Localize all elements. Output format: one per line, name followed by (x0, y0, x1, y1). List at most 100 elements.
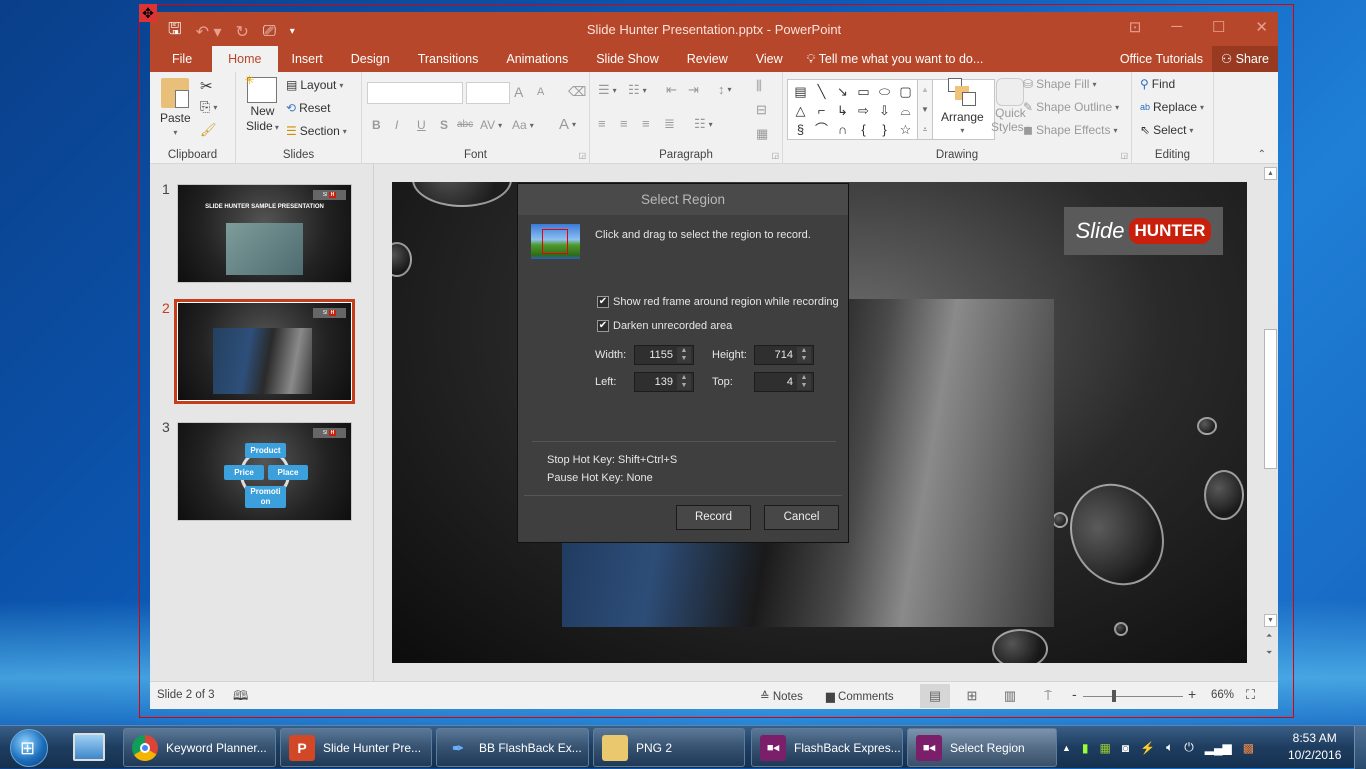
cancel-button[interactable]: Cancel (764, 505, 839, 530)
align-left-button[interactable]: ≡ (598, 116, 606, 131)
show-desktop-button[interactable] (1354, 726, 1366, 769)
taskbar-item[interactable]: ■◂ FlashBack Expres... (751, 728, 903, 767)
decrease-indent-button[interactable]: ⇤ (666, 82, 677, 98)
fit-to-window-icon[interactable]: ⛶ (1246, 687, 1255, 703)
show-red-frame-checkbox[interactable]: ✔ Show red frame around region while rec… (597, 296, 839, 308)
paste-button[interactable]: Paste ▾ (160, 78, 191, 137)
text-direction-button[interactable]: ⫼ (756, 78, 762, 94)
minimize-icon[interactable]: ─ (1171, 18, 1182, 36)
shrink-font-button[interactable]: A (537, 86, 544, 98)
bullets-button[interactable]: ☰ ▾ (598, 82, 617, 98)
layout-button[interactable]: ▤ Layout ▾ (286, 78, 343, 92)
taskbar-item[interactable]: Keyword Planner... (123, 728, 276, 767)
shape-fill-button[interactable]: ⛁ Shape Fill ▾ (1023, 77, 1096, 91)
zoom-slider-track[interactable] (1083, 696, 1183, 697)
slide-thumbnail-3[interactable]: Sl H Product Price Place Promotion (177, 422, 352, 521)
shape-effects-button[interactable]: ◼ Shape Effects ▾ (1023, 123, 1117, 137)
rounded-rect-shape-icon[interactable]: ▢ (895, 82, 916, 101)
antivirus-icon[interactable]: ▩ (1243, 741, 1254, 755)
down-arrow-shape-icon[interactable]: ⇩ (874, 101, 895, 120)
select-button[interactable]: ⇖ Select ▾ (1140, 123, 1193, 137)
tray-app-icon[interactable]: ▦ (1100, 741, 1111, 755)
cut-button[interactable]: ✂ (200, 77, 213, 95)
underline-button[interactable]: U (417, 118, 426, 132)
left-brace-shape-icon[interactable]: { (853, 120, 874, 139)
star-shape-icon[interactable]: ☆ (895, 120, 916, 139)
slide-show-view-button[interactable]: ⍑ (1033, 684, 1063, 708)
tab-insert[interactable]: Insert (278, 46, 337, 72)
numbering-button[interactable]: ☷ ▾ (628, 82, 647, 98)
oval-shape-icon[interactable]: ⬭ (874, 82, 895, 101)
rectangle-shape-icon[interactable]: ▭ (853, 82, 874, 101)
justify-button[interactable]: ≣ (664, 116, 675, 132)
volume-icon[interactable]: 🔈︎ (1166, 740, 1173, 755)
slide-thumbnail-1[interactable]: Sl H SLIDE HUNTER SAMPLE PRESENTATION (177, 184, 352, 283)
new-slide-button[interactable]: ✳ New Slide ▾ (244, 73, 278, 135)
curve-shape-icon[interactable]: ∩ (832, 120, 853, 139)
line-spacing-button[interactable]: ↕ ▾ (718, 82, 732, 97)
height-spinner[interactable]: 714 ▲ ▼ (754, 345, 814, 365)
previous-slide-icon[interactable]: ⏶ (1266, 631, 1272, 641)
taskbar-item[interactable]: P Slide Hunter Pre... (280, 728, 432, 767)
drawing-dialog-launcher-icon[interactable]: ◲ (1120, 151, 1128, 160)
vertical-scrollbar[interactable]: ▲ ▼ ⏶ ⏷ (1263, 164, 1278, 681)
camera-icon[interactable]: ◙ (1122, 741, 1129, 755)
battery-meter-icon[interactable]: ▮ (1082, 741, 1089, 755)
copy-button[interactable]: ⎘ ▾ (200, 99, 217, 115)
slide-sorter-view-button[interactable]: ⊞ (957, 684, 987, 708)
next-slide-icon[interactable]: ⏷ (1266, 648, 1272, 658)
tab-animations[interactable]: Animations (492, 46, 582, 72)
tab-view[interactable]: View (742, 46, 797, 72)
bold-button[interactable]: B (372, 118, 381, 132)
section-button[interactable]: ☰ Section ▾ (286, 124, 347, 138)
textbox-shape-icon[interactable]: ▤ (790, 82, 811, 101)
record-button[interactable]: Record (676, 505, 751, 530)
reading-view-button[interactable]: ▥ (995, 684, 1025, 708)
spinner-arrows-icon[interactable]: ▲ ▼ (677, 374, 691, 390)
paragraph-dialog-launcher-icon[interactable]: ◲ (771, 151, 779, 160)
maximize-icon[interactable]: ☐ (1212, 18, 1225, 36)
taskbar-item[interactable]: ■◂ Select Region (907, 728, 1057, 767)
scroll-up-icon[interactable]: ▲ (1264, 167, 1277, 180)
convert-smartart-button[interactable]: ▦ (756, 126, 768, 142)
font-color-button[interactable]: A ▾ (559, 116, 576, 133)
zoom-out-icon[interactable]: - (1072, 686, 1077, 702)
right-arrow-shape-icon[interactable]: ⇨ (853, 101, 874, 120)
character-spacing-button[interactable]: AV ▾ (480, 118, 502, 132)
shapes-gallery-scroll[interactable]: ▲ ▼ ⩡ (917, 79, 933, 140)
top-spinner[interactable]: 4 ▲ ▼ (754, 372, 814, 392)
show-hidden-icons-icon[interactable]: ▲ (1062, 743, 1071, 753)
format-painter-button[interactable]: 🖌︎ (200, 122, 217, 138)
normal-view-button[interactable]: ▤ (920, 684, 950, 708)
spinner-arrows-icon[interactable]: ▲ ▼ (677, 347, 691, 363)
tell-me-box[interactable]: 💡︎ Tell me what you want to do... (797, 46, 984, 72)
font-dialog-launcher-icon[interactable]: ◲ (578, 151, 586, 160)
tab-transitions[interactable]: Transitions (404, 46, 493, 72)
find-button[interactable]: ⚲ Find (1140, 77, 1175, 91)
power-plug-icon[interactable]: ⏻ (1184, 740, 1194, 755)
collapse-ribbon-icon[interactable]: ⌃ (1258, 149, 1266, 160)
tab-file[interactable]: File (150, 46, 212, 72)
tab-home[interactable]: Home (212, 46, 278, 72)
zoom-slider-handle[interactable] (1112, 690, 1116, 702)
tab-review[interactable]: Review (673, 46, 742, 72)
darken-unrecorded-checkbox[interactable]: ✔ Darken unrecorded area (597, 320, 732, 332)
ribbon-display-options-icon[interactable]: ⊡ (1129, 18, 1142, 36)
shape-outline-button[interactable]: ✎ Shape Outline ▾ (1023, 100, 1119, 114)
comments-button[interactable]: ▆ Comments (826, 689, 894, 703)
reset-button[interactable]: ⟲ Reset (286, 101, 330, 115)
taskbar-item[interactable]: ✒ BB FlashBack Ex... (436, 728, 589, 767)
columns-button[interactable]: ☷ ▾ (694, 116, 713, 132)
clear-formatting-button[interactable]: ⌫ (568, 84, 586, 100)
strikethrough-button[interactable]: abc (457, 119, 473, 130)
share-button[interactable]: ⚇ Share (1211, 46, 1278, 72)
shadow-button[interactable]: S (440, 118, 448, 132)
elbow-connector-icon[interactable]: ⌐ (811, 101, 832, 120)
font-size-combo[interactable] (466, 82, 510, 104)
notes-button[interactable]: ≙ Notes (760, 689, 803, 703)
office-tutorials-tab[interactable]: Office Tutorials (1111, 46, 1212, 72)
tray-flash-icon[interactable]: ⚡ (1140, 741, 1155, 755)
center-button[interactable]: ≡ (620, 116, 628, 131)
zoom-level[interactable]: 66% (1211, 689, 1234, 701)
left-spinner[interactable]: 139 ▲ ▼ (634, 372, 694, 392)
